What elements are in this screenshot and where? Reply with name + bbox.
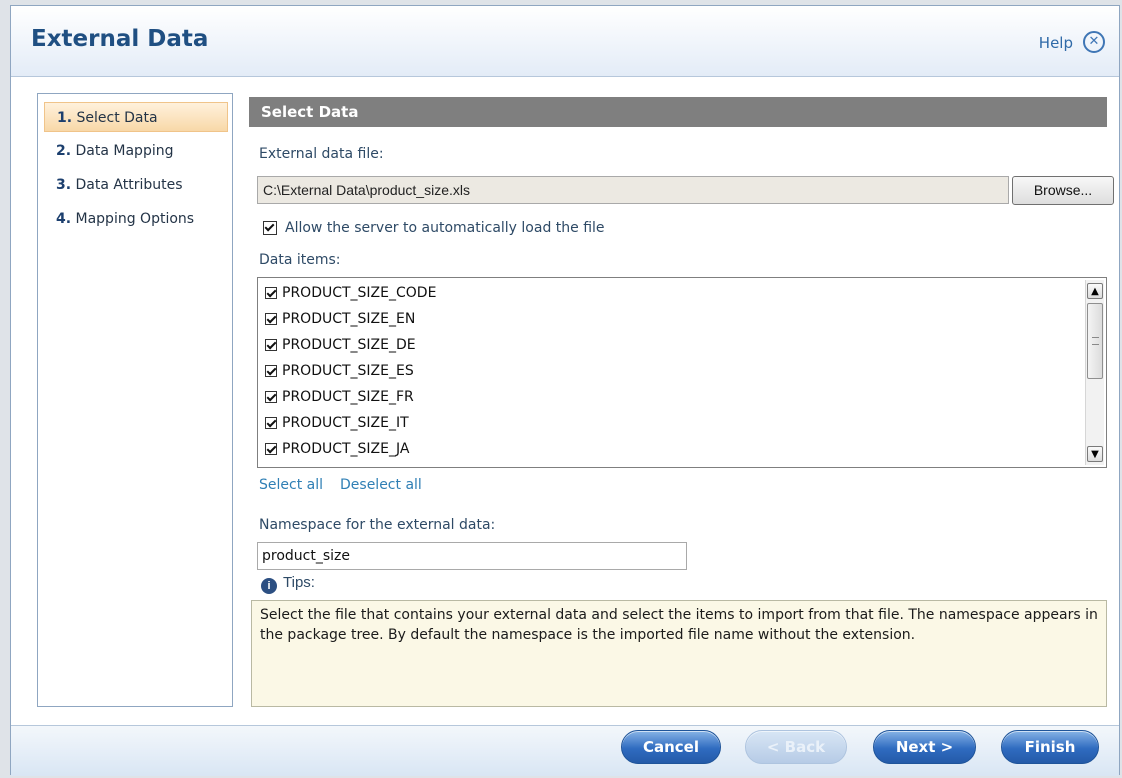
list-item[interactable]: PRODUCT_SIZE_CODE	[265, 283, 436, 303]
auto-load-label: Allow the server to automatically load t…	[285, 220, 605, 236]
nav-step-label: Mapping Options	[75, 211, 195, 227]
item-checkbox[interactable]	[265, 287, 277, 299]
nav-item-data-attributes[interactable]: 3. Data Attributes	[44, 170, 228, 200]
nav-step-number: 4.	[56, 211, 72, 227]
scroll-up-icon[interactable]: ▲	[1087, 283, 1103, 299]
list-item[interactable]: PRODUCT_SIZE_ES	[265, 361, 414, 381]
item-checkbox[interactable]	[265, 391, 277, 403]
item-checkbox[interactable]	[265, 443, 277, 455]
dialog-title-bar: External Data Help ✕	[11, 6, 1119, 77]
item-checkbox[interactable]	[265, 365, 277, 377]
item-label: PRODUCT_SIZE_FR	[282, 389, 414, 405]
external-data-dialog: External Data Help ✕ 1. Select Data 2. D…	[10, 5, 1120, 776]
auto-load-checkbox[interactable]	[263, 221, 277, 235]
item-checkbox[interactable]	[265, 417, 277, 429]
nav-step-number: 2.	[56, 143, 72, 159]
next-button[interactable]: Next >	[873, 730, 976, 764]
wizard-steps-panel: 1. Select Data 2. Data Mapping 3. Data A…	[37, 93, 233, 707]
deselect-all-link[interactable]: Deselect all	[340, 477, 422, 493]
scroll-thumb[interactable]	[1087, 303, 1103, 379]
external-data-file-field[interactable]: C:\External Data\product_size.xls	[257, 176, 1009, 204]
auto-load-row[interactable]: Allow the server to automatically load t…	[263, 220, 605, 236]
tips-box: Select the file that contains your exter…	[251, 600, 1107, 707]
external-data-file-value: C:\External Data\product_size.xls	[263, 182, 470, 198]
finish-button[interactable]: Finish	[1001, 730, 1099, 764]
namespace-label: Namespace for the external data:	[259, 517, 496, 533]
data-items-list[interactable]: PRODUCT_SIZE_CODE PRODUCT_SIZE_EN PRODUC…	[257, 277, 1107, 468]
namespace-field[interactable]: product_size	[257, 542, 687, 570]
browse-button[interactable]: Browse...	[1012, 176, 1114, 205]
list-item[interactable]: PRODUCT_SIZE_IT	[265, 413, 409, 433]
close-icon[interactable]: ✕	[1083, 31, 1105, 53]
dialog-title: External Data	[31, 26, 209, 52]
nav-item-mapping-options[interactable]: 4. Mapping Options	[44, 204, 228, 234]
nav-step-number: 3.	[56, 177, 72, 193]
item-label: PRODUCT_SIZE_JA	[282, 441, 410, 457]
back-button[interactable]: < Back	[745, 730, 847, 764]
item-checkbox[interactable]	[265, 313, 277, 325]
nav-item-data-mapping[interactable]: 2. Data Mapping	[44, 136, 228, 166]
item-label: PRODUCT_SIZE_ES	[282, 363, 414, 379]
nav-step-number: 1.	[57, 110, 73, 126]
select-all-link[interactable]: Select all	[259, 477, 323, 493]
list-item[interactable]: PRODUCT_SIZE_JA	[265, 439, 409, 459]
list-item[interactable]: PRODUCT_SIZE_DE	[265, 335, 416, 355]
item-label: PRODUCT_SIZE_IT	[282, 415, 409, 431]
external-data-file-label: External data file:	[259, 146, 384, 162]
nav-step-label: Data Attributes	[75, 177, 183, 193]
item-label: PRODUCT_SIZE_DE	[282, 337, 416, 353]
nav-step-label: Data Mapping	[75, 143, 174, 159]
list-item[interactable]: PRODUCT_SIZE_EN	[265, 309, 415, 329]
item-label: PRODUCT_SIZE_CODE	[282, 285, 437, 301]
tips-text: Select the file that contains your exter…	[260, 607, 1098, 643]
cancel-button[interactable]: Cancel	[621, 730, 721, 764]
info-icon: i	[261, 578, 277, 594]
tips-label: Tips:	[283, 574, 315, 591]
data-items-label: Data items:	[259, 252, 341, 268]
nav-step-label: Select Data	[76, 110, 158, 126]
scroll-down-icon[interactable]: ▼	[1087, 446, 1103, 462]
tips-heading: i Tips:	[261, 574, 315, 594]
section-header: Select Data	[249, 97, 1107, 127]
list-scrollbar[interactable]: ▲ ▼	[1085, 280, 1104, 465]
list-item[interactable]: PRODUCT_SIZE_FR	[265, 387, 414, 407]
help-link[interactable]: Help	[1039, 34, 1073, 52]
item-checkbox[interactable]	[265, 339, 277, 351]
item-label: PRODUCT_SIZE_EN	[282, 311, 416, 327]
nav-item-select-data[interactable]: 1. Select Data	[44, 102, 228, 132]
